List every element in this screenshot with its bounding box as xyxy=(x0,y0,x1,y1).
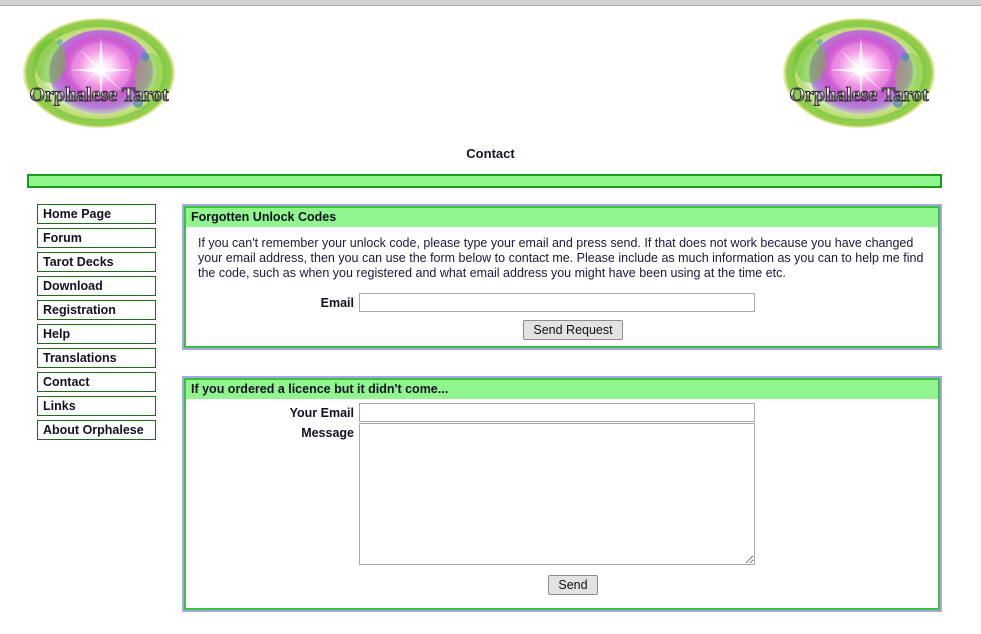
forgotten-form: Email xyxy=(194,293,930,313)
forgotten-button-row: Send Request xyxy=(194,320,930,340)
send-request-button[interactable]: Send Request xyxy=(523,320,623,340)
send-button[interactable]: Send xyxy=(548,575,598,595)
site-logo-right[interactable]: Orphalese Tarot xyxy=(782,17,937,130)
forgotten-email-row: Email xyxy=(194,293,930,313)
licence-email-row: Your Email xyxy=(194,403,930,423)
sidebar-item-home-page[interactable]: Home Page xyxy=(37,204,156,224)
sidebar-nav: Home Page Forum Tarot Decks Download Reg… xyxy=(37,204,156,444)
panel-header-licence: If you ordered a licence but it didn't c… xyxy=(186,380,938,399)
orphalese-tarot-logo-icon: Orphalese Tarot xyxy=(23,18,175,128)
site-logo-left[interactable]: Orphalese Tarot xyxy=(22,17,177,130)
licence-button-row: Send xyxy=(194,575,930,595)
licence-message-row: Message xyxy=(194,423,930,568)
sidebar-item-forum[interactable]: Forum xyxy=(37,228,156,248)
panel-forgotten-unlock-codes: Forgotten Unlock Codes If you can't reme… xyxy=(182,204,942,350)
panel-header-forgotten: Forgotten Unlock Codes xyxy=(186,208,938,227)
sidebar-item-about-orphalese[interactable]: About Orphalese xyxy=(37,420,156,440)
page-root: Orphalese Tarot Orphalese Tarot Contact … xyxy=(0,7,981,634)
licence-message-textarea[interactable] xyxy=(359,423,755,565)
licence-message-label: Message xyxy=(301,426,354,440)
masthead: Orphalese Tarot Orphalese Tarot xyxy=(0,7,981,140)
panel-licence-not-received: If you ordered a licence but it didn't c… xyxy=(182,376,942,612)
panel-body-licence: Your Email Message Send xyxy=(186,403,938,595)
svg-text:Orphalese Tarot: Orphalese Tarot xyxy=(29,84,168,106)
licence-contact-form: Your Email Message xyxy=(194,403,930,568)
page-title: Contact xyxy=(466,146,515,161)
sidebar-item-tarot-decks[interactable]: Tarot Decks xyxy=(37,252,156,272)
sidebar-item-help[interactable]: Help xyxy=(37,324,156,344)
browser-chrome-edge xyxy=(0,0,981,6)
panel-inner: If you ordered a licence but it didn't c… xyxy=(184,378,940,610)
content-area: Home Page Forum Tarot Decks Download Reg… xyxy=(0,204,981,634)
licence-email-input[interactable] xyxy=(359,403,755,422)
orphalese-tarot-logo-icon: Orphalese Tarot xyxy=(783,18,935,128)
sidebar-item-download[interactable]: Download xyxy=(37,276,156,296)
forgotten-email-input[interactable] xyxy=(359,293,755,312)
sidebar-item-translations[interactable]: Translations xyxy=(37,348,156,368)
panel-body-forgotten: If you can't remember your unlock code, … xyxy=(186,236,938,340)
forgotten-instructions-text: If you can't remember your unlock code, … xyxy=(198,236,924,280)
sidebar-item-links[interactable]: Links xyxy=(37,396,156,416)
green-divider-bar xyxy=(27,174,942,188)
sidebar-item-contact[interactable]: Contact xyxy=(37,372,156,392)
licence-email-label: Your Email xyxy=(289,406,354,420)
svg-text:Orphalese Tarot: Orphalese Tarot xyxy=(789,84,928,106)
panel-inner: Forgotten Unlock Codes If you can't reme… xyxy=(184,206,940,348)
forgotten-email-label: Email xyxy=(320,296,354,310)
sidebar-item-registration[interactable]: Registration xyxy=(37,300,156,320)
